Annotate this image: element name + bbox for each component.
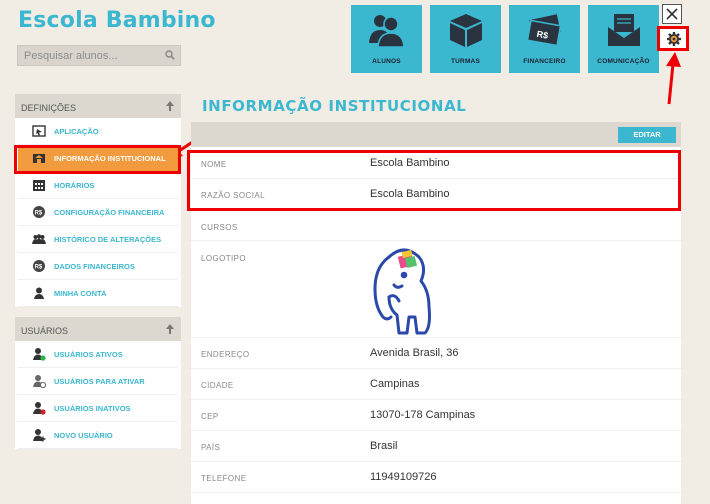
sidebar-item-configuracao-financeira[interactable]: R$ CONFIGURAÇÃO FINANCEIRA [18,199,178,226]
field-label: TELEFONE [201,474,247,483]
sidebar-item-label: USUÁRIOS PARA ATIVAR [54,376,145,386]
field-value: 11949109726 [370,471,437,483]
field-label: CURSOS [201,223,238,232]
section-header-usuarios[interactable]: USUÁRIOS [15,317,181,341]
currency-icon: R$ [33,206,45,218]
field-row-endereco: ENDEREÇO Avenida Brasil, 36 [191,338,681,369]
add-user-icon [33,429,46,442]
sidebar-item-horarios[interactable]: HORÁRIOS [18,172,178,199]
field-row-telefone: TELEFONE 11949109726 [191,462,681,493]
section-title: USUÁRIOS [21,326,69,336]
users-group-icon [32,234,46,244]
currency-icon: R$ [33,260,45,272]
sidebar-item-label: HISTÓRICO DE ALTERAÇÕES [54,234,162,244]
field-row-cursos: CURSOS [191,210,681,241]
inactive-user-icon [33,402,46,415]
sidebar-item-historico-alteracoes[interactable]: HISTÓRICO DE ALTERAÇÕES [18,226,178,253]
school-logo [373,248,431,335]
field-row-cidade: CIDADE Campinas [191,369,681,400]
sidebar-item-label: HORÁRIOS [54,180,95,190]
calendar-icon [33,180,45,191]
field-row-logotipo: LOGOTIPO [191,241,681,338]
sidebar-item-novo-usuario[interactable]: NOVO USUÁRIO [18,422,178,449]
field-row-pais: PAÍS Brasil [191,431,681,462]
highlight-box-fields [187,150,681,211]
sidebar-item-label: APLICAÇÃO [54,126,99,136]
sidebar-item-label: DADOS FINANCEIROS [54,261,135,271]
sidebar-item-label: NOVO USUÁRIO [54,430,113,440]
edit-button[interactable]: EDITAR [618,127,676,143]
pending-user-icon [33,375,46,388]
collapse-arrow-icon[interactable] [165,100,175,112]
sidebar-item-minha-conta[interactable]: MINHA CONTA [18,280,178,307]
field-label: PAÍS [201,443,221,452]
svg-text:R$: R$ [35,211,43,217]
field-value: 13070-178 Campinas [370,409,476,421]
sidebar-item-label: MINHA CONTA [54,288,107,298]
active-user-icon [33,348,46,361]
field-value: Campinas [370,378,420,390]
field-label: LOGOTIPO [201,254,246,263]
usuarios-list: USUÁRIOS ATIVOS USUÁRIOS PARA ATIVAR USU… [15,341,181,449]
arrow-to-settings [666,52,681,105]
cursor-window-icon [32,125,46,137]
field-label: CEP [201,412,219,421]
sidebar-item-aplicacao[interactable]: APLICAÇÃO [18,118,178,145]
sidebar-item-label: USUÁRIOS INATIVOS [54,403,131,413]
field-value: Avenida Brasil, 36 [370,347,459,359]
sidebar-item-usuarios-ativos[interactable]: USUÁRIOS ATIVOS [18,341,178,368]
sidebar-item-usuarios-inativos[interactable]: USUÁRIOS INATIVOS [18,395,178,422]
highlight-box-sidebar [14,145,181,174]
field-label: CIDADE [201,381,234,390]
sidebar-item-dados-financeiros[interactable]: R$ DADOS FINANCEIROS [18,253,178,280]
field-row-cep: CEP 13070-178 Campinas [191,400,681,431]
section-title: DEFINIÇÕES [21,103,77,113]
collapse-arrow-icon[interactable] [165,323,175,335]
section-header-definicoes[interactable]: DEFINIÇÕES [15,94,181,118]
sidebar-item-label: CONFIGURAÇÃO FINANCEIRA [54,207,165,217]
page-title: INFORMAÇÃO INSTITUCIONAL [202,97,467,115]
sidebar-item-usuarios-para-ativar[interactable]: USUÁRIOS PARA ATIVAR [18,368,178,395]
user-icon [34,287,44,299]
toolbar: EDITAR [191,122,681,147]
field-label: ENDEREÇO [201,350,250,359]
sidebar-item-label: USUÁRIOS ATIVOS [54,349,123,359]
field-value: Brasil [370,440,398,452]
svg-text:R$: R$ [35,265,43,271]
